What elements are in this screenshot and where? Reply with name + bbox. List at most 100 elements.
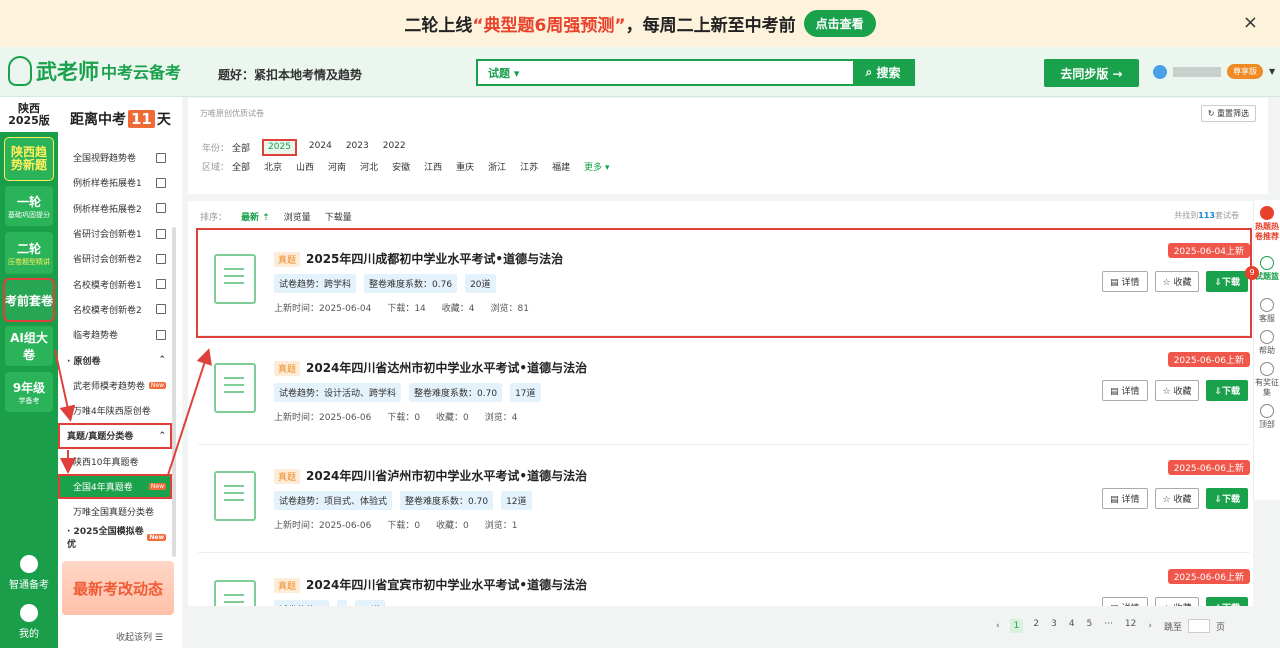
paper-card[interactable]: 真题 2024年四川省达州市初中学业水平考试•道德与法治 试卷趋势：设计活动、跨…: [198, 339, 1250, 445]
region-option[interactable]: 江西: [424, 160, 442, 173]
year-option[interactable]: 2024: [309, 141, 332, 154]
paper-title[interactable]: 2024年四川省宜宾市初中学业水平考试•道德与法治: [306, 576, 587, 593]
year-option[interactable]: 2025: [262, 139, 297, 156]
nav-smart-prep[interactable]: 智通备考: [0, 555, 58, 591]
sidebar-item[interactable]: 全国视野趋势卷: [58, 145, 172, 170]
page-number[interactable]: 2: [1033, 619, 1039, 633]
detail-button[interactable]: ▤ 详情: [1102, 379, 1148, 401]
user-menu[interactable]: 尊享版 ▼: [1153, 64, 1275, 79]
favorite-button[interactable]: ☆ 收藏: [1154, 271, 1200, 292]
collapse-column-button[interactable]: 收起该列 ☰: [116, 630, 163, 643]
detail-button[interactable]: ▤ 详情: [1102, 271, 1148, 292]
search-type-select[interactable]: 试题 ▾: [478, 61, 529, 84]
page-number[interactable]: 1: [1009, 619, 1024, 633]
nav-shaanxi-trend[interactable]: 陕西趋势新题: [4, 137, 54, 181]
close-icon[interactable]: ×: [1243, 12, 1258, 33]
paper-chip: 试卷趋势：: [274, 599, 330, 606]
province-selector[interactable]: 陕西 2025版: [0, 97, 58, 132]
back-to-top-button[interactable]: 顶部: [1254, 404, 1280, 430]
nav-round-two[interactable]: 二轮 压卷题型精讲: [5, 232, 53, 274]
sidebar-item[interactable]: · 原创卷 ⌃: [58, 347, 172, 372]
download-button[interactable]: ⇩下载: [1206, 271, 1248, 292]
paper-card[interactable]: 真题 2024年四川省宜宾市初中学业水平考试•道德与法治 试卷趋势： 13道 20…: [198, 556, 1250, 606]
help-button[interactable]: 帮助: [1254, 330, 1280, 356]
region-option[interactable]: 浙江: [488, 160, 506, 173]
logo[interactable]: 武老师 中考云备考: [8, 56, 181, 86]
feedback-button[interactable]: 有奖征集: [1254, 362, 1280, 398]
page-number[interactable]: ···: [1104, 619, 1113, 633]
user-icon: [20, 604, 38, 622]
detail-button[interactable]: ▤ 详情: [1102, 488, 1148, 509]
promo-banner[interactable]: 最新考改动态: [62, 561, 174, 615]
sidebar-item[interactable]: 临考趋势卷: [58, 322, 172, 347]
sidebar-item-label: 武老师模考趋势卷: [73, 381, 146, 392]
chevron-down-icon[interactable]: ▼: [1269, 67, 1275, 76]
sidebar-item[interactable]: 全国4年真题卷 New: [58, 473, 172, 500]
sort-newest[interactable]: 最新 ⇡: [241, 210, 270, 223]
page-number[interactable]: 12: [1125, 619, 1136, 633]
reset-filter-button[interactable]: ↻ 重置筛选: [1200, 105, 1256, 122]
more-regions-button[interactable]: 更多 ▾: [584, 160, 609, 173]
sort-views[interactable]: 浏览量: [284, 210, 311, 223]
favorite-button[interactable]: ☆ 收藏: [1154, 596, 1200, 606]
customer-service-button[interactable]: 客服: [1254, 298, 1280, 324]
region-option[interactable]: 山西: [296, 160, 314, 173]
sidebar-item[interactable]: 万唯全国真题分类卷: [58, 499, 172, 524]
favorite-button[interactable]: ☆ 收藏: [1154, 488, 1200, 509]
region-option[interactable]: 北京: [264, 160, 282, 173]
nav-exam-sets[interactable]: 考前套卷: [3, 278, 55, 322]
prev-page-button[interactable]: ‹: [996, 621, 1000, 631]
sync-version-button[interactable]: 去同步版 →: [1044, 59, 1139, 87]
download-button[interactable]: ⇩下载: [1206, 596, 1248, 606]
sidebar-item[interactable]: 省研讨会创新卷1: [58, 221, 172, 246]
paper-title[interactable]: 2025年四川成都初中学业水平考试•道德与法治: [306, 250, 563, 267]
page-number[interactable]: 3: [1051, 619, 1057, 633]
year-option[interactable]: 2022: [383, 141, 406, 154]
sort-downloads[interactable]: 下载量: [325, 210, 352, 223]
sidebar-item[interactable]: 例析样卷拓展卷2: [58, 196, 172, 221]
region-option[interactable]: 福建: [552, 160, 570, 173]
nav-ai-paper[interactable]: AI组大卷: [5, 326, 53, 366]
region-option[interactable]: 全部: [232, 160, 250, 173]
paper-card[interactable]: 真题 2024年四川省泸州市初中学业水平考试•道德与法治 试卷趋势：项目式、体验…: [198, 447, 1250, 553]
download-button[interactable]: ⇩下载: [1206, 379, 1248, 401]
region-option[interactable]: 河南: [328, 160, 346, 173]
year-option[interactable]: 全部: [232, 141, 250, 154]
hot-papers-button[interactable]: 热题热卷推荐: [1254, 206, 1280, 242]
sidebar-item[interactable]: · 2025全国模拟卷优 New: [58, 524, 172, 550]
sidebar-item[interactable]: 武老师模考趋势卷 New: [58, 373, 172, 398]
chevron-up-icon[interactable]: ⌃: [158, 431, 166, 441]
sidebar-item[interactable]: 名校模考创新卷2: [58, 297, 172, 322]
chevron-up-icon[interactable]: ⌃: [158, 355, 166, 365]
sidebar-item[interactable]: 省研讨会创新卷2: [58, 246, 172, 271]
avatar[interactable]: [1153, 64, 1167, 79]
sidebar-item[interactable]: 万唯4年陕西原创卷: [58, 398, 172, 423]
category-sidebar: 距离中考 11 天 全国视野趋势卷 例析样卷拓展卷1 例析样卷拓展卷2 省研讨会创新卷1 省…: [58, 97, 182, 648]
next-page-button[interactable]: ›: [1148, 621, 1152, 631]
page-number[interactable]: 4: [1069, 619, 1075, 633]
favorite-button[interactable]: ☆ 收藏: [1154, 379, 1200, 401]
detail-button[interactable]: ▤ 详情: [1102, 596, 1148, 606]
nav-round-one[interactable]: 一轮 基础巩固提分: [5, 186, 53, 226]
page-jump-input[interactable]: [1187, 619, 1210, 633]
year-option[interactable]: 2023: [346, 141, 369, 154]
region-option[interactable]: 重庆: [456, 160, 474, 173]
region-option[interactable]: 安徽: [392, 160, 410, 173]
sidebar-item[interactable]: 例析样卷拓展卷1: [58, 170, 172, 195]
banner-view-button[interactable]: 点击查看: [803, 10, 876, 37]
nav-grade-nine[interactable]: 9年级 学备考: [5, 372, 53, 412]
region-option[interactable]: 江苏: [520, 160, 538, 173]
download-button[interactable]: ⇩下载: [1206, 488, 1248, 509]
paper-title[interactable]: 2024年四川省达州市初中学业水平考试•道德与法治: [306, 359, 587, 376]
scrollbar[interactable]: [172, 227, 176, 557]
sidebar-item[interactable]: 真题/真题分类卷 ⌃: [58, 423, 172, 449]
region-option[interactable]: 河北: [360, 160, 378, 173]
paper-title[interactable]: 2024年四川省泸州市初中学业水平考试•道德与法治: [306, 467, 587, 484]
sidebar-item[interactable]: 名校模考创新卷1: [58, 271, 172, 296]
search-input[interactable]: [529, 61, 853, 84]
paper-card[interactable]: 真题 2025年四川成都初中学业水平考试•道德与法治 试卷趋势：跨学科 整卷难度系…: [196, 228, 1252, 338]
nav-mine[interactable]: 我的: [0, 604, 58, 640]
page-number[interactable]: 5: [1087, 619, 1093, 633]
sidebar-item[interactable]: 陕西10年真题卷: [58, 449, 172, 474]
search-button[interactable]: ⌕ 搜索: [853, 61, 913, 84]
